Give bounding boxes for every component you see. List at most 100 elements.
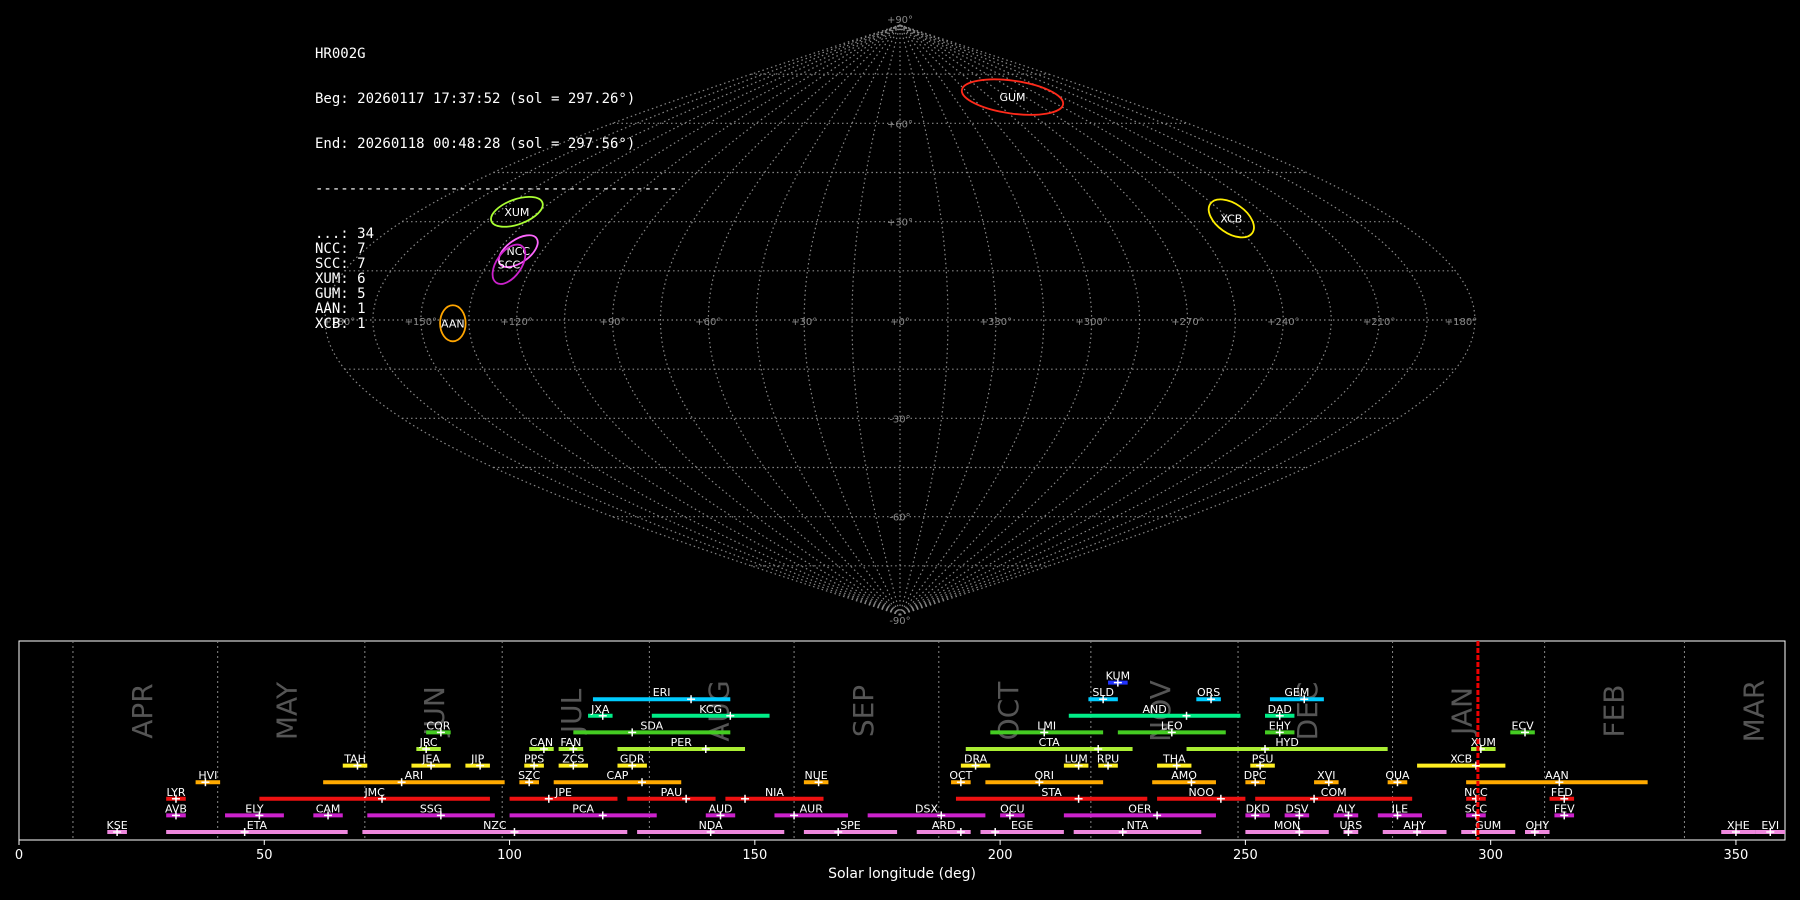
shower-label: ALY: [1336, 802, 1355, 815]
shower-label: XVI: [1317, 769, 1335, 782]
shower-label: EGE: [1011, 819, 1033, 832]
shower-label: PER: [671, 736, 693, 749]
shower-label: AMO: [1171, 769, 1197, 782]
shower-label: DAD: [1268, 703, 1292, 716]
shower-label: TAH: [343, 753, 366, 766]
shower-counts: ...: 34 NCC: 7 SCC: 7 XUM: 6 GUM: 5 AAN: 1 XCB…: [315, 227, 677, 332]
count-gum: GUM: 5: [315, 286, 366, 302]
count-sporadic: ...: 34: [315, 226, 375, 242]
shower-label: DKD: [1246, 802, 1270, 815]
shower-label: FEV: [1554, 802, 1575, 815]
shower-label: MON: [1274, 819, 1300, 832]
count-scc: SCC: 7: [315, 256, 366, 272]
shower-label: LEO: [1161, 719, 1183, 732]
lat-tick-label: -60°: [889, 513, 910, 524]
shower-label: KCG: [699, 703, 722, 716]
shower-label: AUR: [800, 802, 824, 815]
shower-label: ELY: [245, 802, 264, 815]
end-time: End: 20260118 00:48:28 (sol = 297.56°): [315, 136, 636, 152]
x-tick-label: 100: [497, 848, 522, 863]
lon-tick-label: +180°: [1445, 317, 1477, 328]
x-tick-label: 300: [1478, 848, 1503, 863]
shower-label: NOO: [1188, 786, 1214, 799]
shower-label: NTA: [1127, 819, 1149, 832]
shower-label: KUM: [1106, 670, 1130, 683]
shower-label: AHY: [1403, 819, 1426, 832]
shower-label: CTA: [1039, 736, 1061, 749]
x-tick-label: 0: [15, 848, 23, 863]
shower-label: CAM: [316, 802, 341, 815]
shower-label: FAN: [560, 736, 581, 749]
shower-label: PAU: [661, 786, 683, 799]
shower-label: GEM: [1284, 686, 1309, 699]
lat-tick-label: -30°: [889, 414, 910, 425]
month-label: FEB: [1598, 684, 1631, 737]
shower-label: URS: [1340, 819, 1363, 832]
shower-label: SLD: [1092, 686, 1114, 699]
month-label: JUL: [555, 688, 588, 735]
info-panel: HR002G Beg: 20260117 17:37:52 (sol = 297…: [315, 17, 677, 347]
shower-label: LUM: [1065, 753, 1088, 766]
shower-label: DRA: [964, 753, 988, 766]
x-tick-label: 150: [742, 848, 767, 863]
shower-label: QUA: [1385, 769, 1410, 782]
shower-label: JPE: [554, 786, 572, 799]
shower-label: XHE: [1727, 819, 1750, 832]
lat-tick-label: +90°: [887, 15, 913, 26]
shower-label: ZCS: [562, 753, 584, 766]
shower-label: NZC: [483, 819, 507, 832]
shower-label: FED: [1551, 786, 1573, 799]
shower-label: OHY: [1525, 819, 1549, 832]
shower-label: DSX: [915, 802, 938, 815]
shower-label: AUD: [708, 802, 732, 815]
x-tick-label: 350: [1724, 848, 1749, 863]
count-ncc: NCC: 7: [315, 241, 366, 257]
radiant-label: XCB: [1220, 212, 1242, 225]
lon-tick-label: +240°: [1267, 317, 1299, 328]
shower-label: ORS: [1197, 686, 1220, 699]
shower-label: SDA: [640, 719, 663, 732]
shower-label: ERI: [653, 686, 671, 699]
lat-tick-label: +60°: [887, 119, 913, 130]
shower-label: JRC: [419, 736, 438, 749]
lon-tick-label: +60°: [695, 317, 721, 328]
month-label: MAR: [1737, 680, 1770, 743]
x-tick-label: 200: [988, 848, 1013, 863]
shower-label: AVB: [165, 802, 187, 815]
shower-label: DSV: [1285, 802, 1308, 815]
lon-tick-label: +300°: [1075, 317, 1107, 328]
shower-label: SSG: [420, 802, 443, 815]
shower-label: ETA: [247, 819, 268, 832]
month-label: SEP: [847, 685, 880, 737]
x-axis-label: Solar longitude (deg): [828, 866, 976, 882]
shower-label: JMC: [363, 786, 385, 799]
shower-label: NDA: [699, 819, 724, 832]
shower-label: ARD: [932, 819, 956, 832]
begin-time: Beg: 20260117 17:37:52 (sol = 297.26°): [315, 91, 636, 107]
x-tick-label: 50: [256, 848, 273, 863]
shower-label: SZC: [518, 769, 541, 782]
sky-map: +180° +150° +120° +90° +60° +30° +0° +330° +300°…: [323, 15, 1477, 627]
shower-label: COR: [426, 719, 450, 732]
lon-tick-label: +210°: [1363, 317, 1395, 328]
month-label: MAY: [271, 681, 304, 740]
shower-label: SCC: [1465, 802, 1488, 815]
shower-label: NIA: [765, 786, 784, 799]
count-xcb: XCB: 1: [315, 316, 366, 332]
shower-label: OCT: [949, 769, 972, 782]
lon-tick-label: +270°: [1171, 317, 1203, 328]
shower-label: THA: [1162, 753, 1186, 766]
shower-label: KSE: [107, 819, 128, 832]
shower-label: OER: [1128, 802, 1152, 815]
shower-label: STA: [1041, 786, 1062, 799]
shower-label: EVI: [1761, 819, 1779, 832]
shower-label: AAN: [1545, 769, 1569, 782]
shower-label: ECV: [1511, 719, 1534, 732]
shower-label: PPS: [524, 753, 544, 766]
shower-label: JXA: [590, 703, 610, 716]
shower-label: PSU: [1252, 753, 1274, 766]
shower-label: COM: [1321, 786, 1347, 799]
shower-label: SPE: [840, 819, 861, 832]
separator: ----------------------------------------…: [315, 181, 678, 197]
lat-tick-label: -90°: [889, 616, 910, 627]
